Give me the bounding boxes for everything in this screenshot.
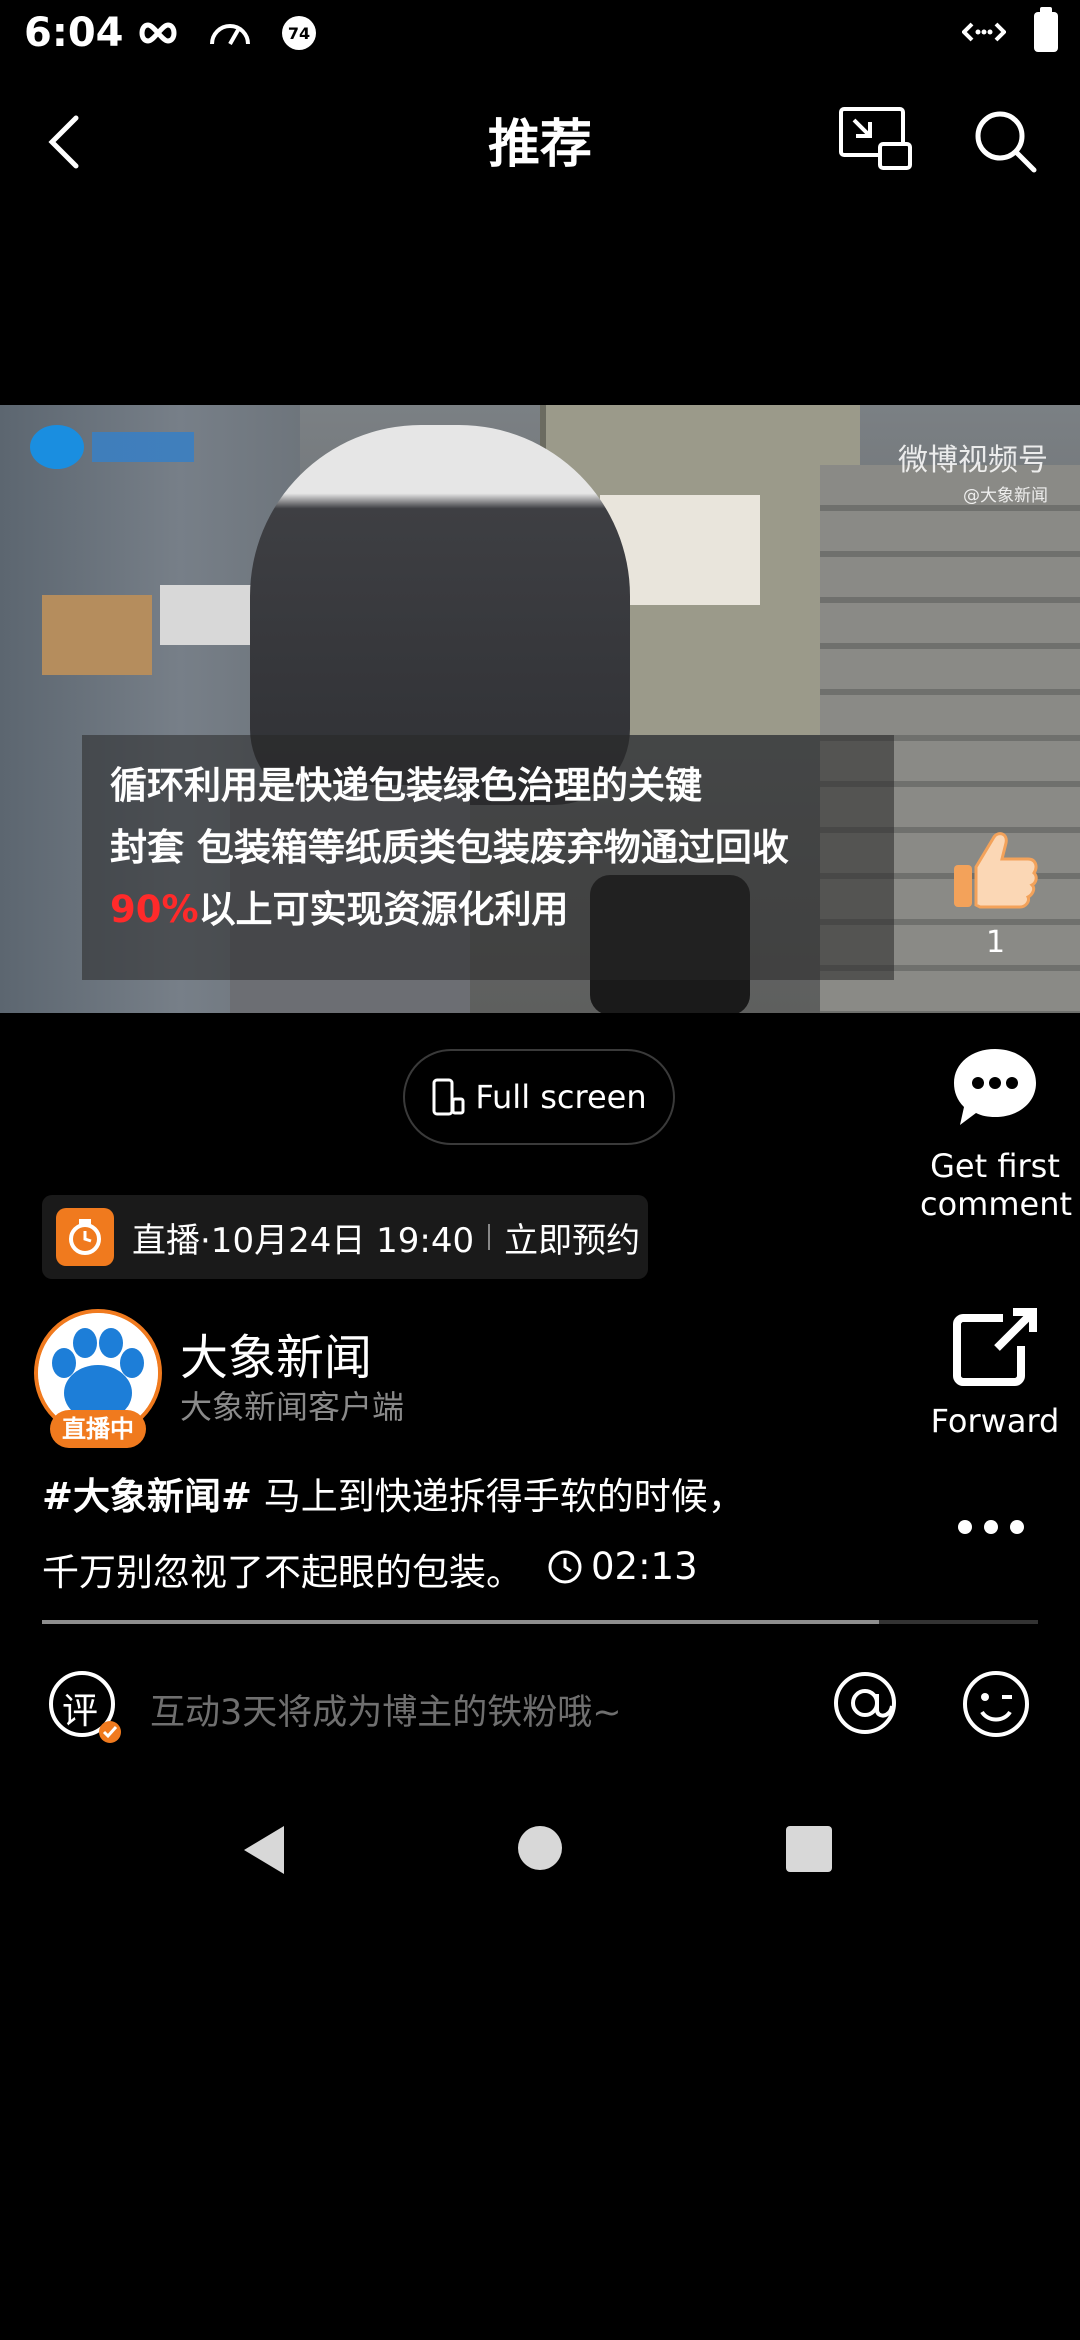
broadcaster-logo — [30, 425, 262, 469]
emoji-icon[interactable] — [960, 1668, 1032, 1740]
author-name[interactable]: 大象新闻 — [180, 1318, 372, 1388]
video-player[interactable]: 微博视频号 @大象新闻 循环利用是快递包装绿色治理的关键 封套 包装箱等纸质类包… — [0, 405, 1080, 1013]
weibo-watermark: 微博视频号 @大象新闻 — [898, 443, 1048, 506]
battery-icon — [1034, 7, 1058, 52]
rotate-phone-icon — [432, 1078, 465, 1116]
system-navigation-bar — [0, 1810, 1080, 1890]
author-subtitle: 大象新闻客户端 — [180, 1388, 405, 1426]
picture-in-picture-icon[interactable] — [838, 106, 914, 172]
thumbs-up-icon[interactable] — [950, 825, 1040, 915]
notification-badge-icon: 74 — [282, 16, 316, 50]
comment-input-bar: 评 互动3天将成为博主的铁粉哦~ — [0, 1660, 1080, 1770]
video-subtitle: 循环利用是快递包装绿色治理的关键 封套 包装箱等纸质类包装废弃物通过回收 90%… — [82, 735, 894, 980]
nav-recents-icon[interactable] — [786, 1826, 832, 1872]
page-title: 推荐 — [487, 115, 592, 175]
more-options-button[interactable] — [958, 1520, 1024, 1534]
hashtag-link[interactable]: #大象新闻# — [42, 1475, 252, 1518]
video-progress-bar[interactable] — [42, 1620, 1038, 1624]
video-duration: 02:13 — [547, 1532, 698, 1602]
clock-icon — [548, 1550, 582, 1584]
comment-write-icon[interactable]: 评 — [46, 1668, 124, 1746]
speedometer-icon — [210, 24, 250, 45]
infinity-icon — [139, 22, 177, 44]
comment-input[interactable]: 互动3天将成为博主的铁粉哦~ — [150, 1684, 622, 1735]
video-progress-fill — [42, 1620, 879, 1624]
nav-home-icon[interactable] — [518, 1826, 562, 1870]
share-icon — [953, 1308, 1037, 1386]
status-time: 6:04 — [24, 10, 124, 56]
top-app-bar: 推荐 — [0, 72, 1080, 212]
mention-at-icon[interactable] — [830, 1668, 900, 1738]
live-time-label: 直播·10月24日 19:40 — [132, 1220, 475, 1261]
status-bar: 6:04 74 — [0, 0, 1080, 72]
search-icon[interactable] — [970, 106, 1040, 176]
comment-button[interactable]: Get first comment — [920, 1045, 1072, 1223]
like-count: 1 — [986, 925, 1006, 960]
comment-bubble-icon — [954, 1049, 1036, 1125]
nav-back-icon[interactable] — [240, 1824, 288, 1876]
alarm-clock-icon — [56, 1208, 114, 1266]
forward-button[interactable]: Forward — [920, 1306, 1070, 1440]
data-sync-icon — [962, 22, 1006, 42]
live-reservation-chip[interactable]: 直播·10月24日 19:40 立即预约 — [42, 1195, 648, 1279]
reserve-link[interactable]: 立即预约 — [504, 1213, 640, 1262]
live-badge: 直播中 — [50, 1410, 146, 1448]
fullscreen-button[interactable]: Full screen — [403, 1049, 675, 1145]
post-text: #大象新闻# 马上到快递拆得手软的时候， 千万别忽视了不起眼的包装。 02:13 — [42, 1462, 902, 1608]
